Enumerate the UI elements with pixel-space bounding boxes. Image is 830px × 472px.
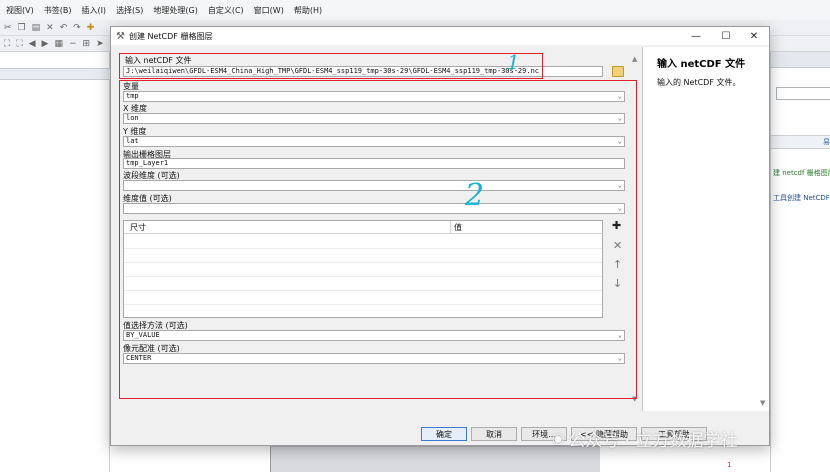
cut-icon[interactable]: ✂ — [4, 23, 12, 33]
full-extent-icon[interactable]: ⛶ — [4, 39, 10, 49]
annotation-number-1: 1 — [507, 50, 520, 74]
search-pane-bar — [771, 135, 830, 149]
help-scroll-down-icon[interactable]: ▼ — [760, 399, 765, 407]
wechat-icon: ◉ — [552, 430, 565, 447]
annotation-box-1 — [119, 53, 543, 79]
watermark-text: 公众号 · 立方数据学社 — [568, 431, 738, 451]
help-pane: 输入 netCDF 文件 输入的 NetCDF 文件。 ▼ — [642, 47, 769, 411]
back-icon[interactable]: ◀ — [29, 39, 36, 49]
search-pane-mark[interactable]: 易 — [823, 137, 830, 147]
minimize-button[interactable]: — — [681, 27, 711, 45]
help-title: 输入 netCDF 文件 — [657, 59, 746, 70]
help-text: 输入的 NetCDF 文件。 — [657, 78, 741, 87]
menu-customize[interactable]: 自定义(C) — [208, 5, 244, 16]
layout-icon[interactable]: ⊞ — [83, 39, 91, 49]
zoom-out-icon[interactable]: − — [69, 39, 77, 49]
bottom-mark: 1 — [727, 461, 732, 469]
menu-selection[interactable]: 选择(S) — [116, 5, 143, 16]
search-result-link[interactable]: 建 netcdf 栅格图层 — [773, 168, 830, 178]
search-pane: 易 建 netcdf 栅格图层 工具创建 NetCDF — [770, 52, 830, 472]
menu-help[interactable]: 帮助(H) — [294, 5, 322, 16]
hammer-icon: ⚒ — [116, 30, 125, 42]
maximize-button[interactable]: ☐ — [711, 27, 741, 45]
folder-open-icon[interactable] — [612, 66, 624, 77]
menu-bar: 视图(V) 书签(B) 插入(I) 选择(S) 地理处理(G) 自定义(C) 窗… — [0, 0, 830, 20]
redo-icon[interactable]: ↷ — [73, 23, 81, 33]
toc-header-strip — [0, 68, 110, 80]
annotation-number-2: 2 — [465, 178, 485, 213]
add-data-icon[interactable]: ✚ — [87, 23, 95, 33]
search-result-desc: 工具创建 NetCDF — [773, 194, 830, 202]
layout-bottom-area — [270, 446, 600, 472]
scroll-up-icon[interactable]: ▲ — [632, 55, 637, 63]
undo-icon[interactable]: ↶ — [60, 23, 68, 33]
menu-geoprocessing[interactable]: 地理处理(G) — [153, 5, 197, 16]
create-netcdf-raster-layer-dialog: ⚒ 创建 NetCDF 栅格图层 — ☐ ✕ 输入 netCDF 文件 J:\w… — [110, 26, 770, 446]
watermark: ◉ 公众号 · 立方数据学社 — [552, 426, 738, 452]
cancel-button[interactable]: 取消 — [471, 427, 517, 441]
search-input[interactable] — [776, 87, 830, 100]
ok-button[interactable]: 确定 — [421, 427, 467, 441]
select-pointer-icon[interactable]: ➤ — [96, 39, 104, 49]
close-button[interactable]: ✕ — [739, 27, 769, 45]
grid-icon[interactable]: ▦ — [54, 39, 63, 49]
menu-insert[interactable]: 插入(I) — [81, 5, 106, 16]
delete-icon[interactable]: ✕ — [46, 23, 54, 33]
table-of-contents — [0, 52, 110, 472]
paste-icon[interactable]: ▤ — [32, 23, 41, 33]
dialog-title: 创建 NetCDF 栅格图层 — [128, 31, 213, 41]
search-pane-toolbar — [771, 52, 830, 68]
forward-icon[interactable]: ▶ — [42, 39, 49, 49]
menu-view[interactable]: 视图(V) — [6, 5, 34, 16]
zoom-extent-icon[interactable]: ⛶ — [16, 39, 22, 49]
dialog-titlebar[interactable]: ⚒ 创建 NetCDF 栅格图层 — ☐ ✕ — [111, 27, 769, 45]
menu-windows[interactable]: 窗口(W) — [254, 5, 284, 16]
copy-icon[interactable]: ❐ — [18, 23, 26, 33]
annotation-box-2 — [119, 80, 637, 399]
menu-bookmarks[interactable]: 书签(B) — [44, 5, 72, 16]
